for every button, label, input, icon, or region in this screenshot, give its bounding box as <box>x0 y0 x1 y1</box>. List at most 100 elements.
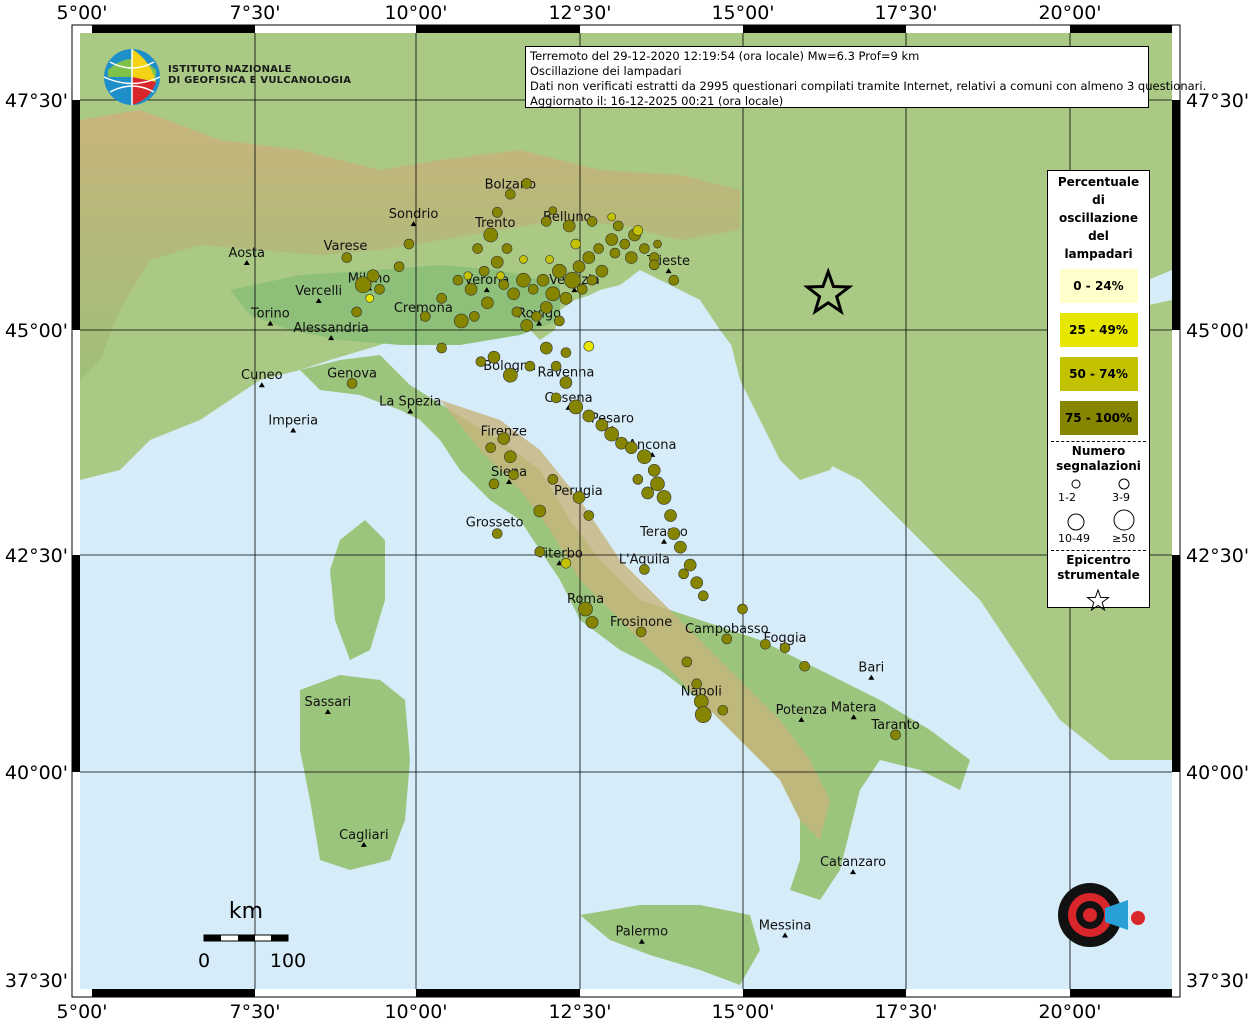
observation-point <box>453 313 469 329</box>
top-axis-label: 10°00' <box>384 2 447 24</box>
observation-point <box>536 273 550 287</box>
bottom-axis-label: 10°00' <box>384 1001 447 1023</box>
bottom-axis-label: 5°00' <box>57 1001 108 1023</box>
observation-point <box>481 296 494 310</box>
legend-divider <box>1051 441 1146 442</box>
count-size-3: 10-49 <box>1058 532 1090 545</box>
observation-point <box>507 287 520 301</box>
observation-point <box>664 509 677 522</box>
observation-point <box>625 441 638 454</box>
count-size-2: 3-9 <box>1112 491 1130 504</box>
legend-title-2: di <box>1092 193 1105 207</box>
left-axis-label: 40°00' <box>5 762 68 784</box>
observation-point <box>464 282 478 296</box>
bottom-axis-label: 15°00' <box>711 1001 774 1023</box>
observation-point <box>717 704 729 716</box>
city-label: Catanzaro <box>820 855 886 870</box>
observation-point <box>619 238 631 250</box>
observation-point <box>365 294 375 303</box>
observation-point <box>578 601 593 617</box>
right-axis-label: 47°30' <box>1186 90 1249 112</box>
observation-point <box>564 271 581 289</box>
observation-point <box>653 239 662 249</box>
observation-point <box>501 243 513 254</box>
ingv-line-2: DI GEOFISICA E VULCANOLOGIA <box>168 75 352 86</box>
scale-unit: km <box>229 899 263 924</box>
observation-point <box>540 341 553 355</box>
observation-point <box>656 490 672 505</box>
observation-point <box>496 271 505 281</box>
observation-point <box>694 706 712 723</box>
count-size-4: ≥50 <box>1112 532 1136 545</box>
observation-point <box>568 399 584 415</box>
observation-point <box>463 271 473 281</box>
observation-point <box>436 293 447 304</box>
observation-point <box>548 206 558 215</box>
observation-point <box>516 272 531 288</box>
observation-point <box>641 486 654 500</box>
legend: Percentuale di oscillazione del lampadar… <box>1047 170 1150 612</box>
event-line-2: Oscillazione dei lampadari <box>530 64 682 78</box>
ingv-logo-icon <box>103 49 161 105</box>
observation-point <box>612 220 624 232</box>
observation-point <box>674 540 687 554</box>
observation-point <box>668 274 680 286</box>
observation-point <box>351 306 362 318</box>
observation-point <box>547 474 559 485</box>
city-label: Palermo <box>615 925 668 940</box>
observation-point <box>721 633 733 645</box>
observation-point <box>469 311 480 322</box>
legend-divider-2 <box>1051 550 1146 551</box>
city-label: Sassari <box>305 695 352 710</box>
count-sizes: 1-2 3-9 10-49 ≥50 <box>1048 474 1149 545</box>
city-label: Cagliari <box>339 828 388 843</box>
bottom-axis-label: 12°30' <box>548 1001 611 1023</box>
observation-point <box>554 315 565 327</box>
bottom-axis-label: 17°30' <box>874 1001 937 1023</box>
observation-point <box>678 568 689 580</box>
top-axis-label: 17°30' <box>874 2 937 24</box>
observation-point <box>545 286 561 302</box>
observation-point <box>576 283 588 295</box>
observation-point <box>505 188 516 200</box>
observation-point <box>552 263 567 279</box>
observation-point <box>436 342 447 354</box>
count-size-1: 1-2 <box>1058 491 1076 504</box>
observation-point <box>534 546 546 558</box>
observation-point <box>604 426 620 442</box>
city-label: Grosseto <box>466 516 524 531</box>
legend-title-1: Percentuale <box>1057 175 1140 189</box>
top-axis-label: 7°30' <box>230 2 281 24</box>
observation-point <box>490 255 504 269</box>
observation-point <box>488 478 500 490</box>
city-label: Potenza <box>776 703 827 718</box>
observation-point <box>691 678 703 690</box>
legend-class-1: 0 - 24% <box>1059 269 1138 303</box>
city-label: Trento <box>474 216 515 231</box>
city-label: Teramo <box>639 525 688 540</box>
city-label: Aosta <box>229 246 265 261</box>
top-axis-label: 12°30' <box>548 2 611 24</box>
observation-point <box>890 729 901 741</box>
observation-point <box>586 274 598 286</box>
observation-point <box>595 418 609 432</box>
observation-point <box>503 367 518 383</box>
count-title-2: segnalazioni <box>1056 459 1141 473</box>
observation-point <box>366 269 380 283</box>
left-axis-label: 42°30' <box>5 545 68 567</box>
epicenter-title: Epicentro strumentale <box>1048 553 1149 583</box>
observation-point <box>605 233 619 246</box>
ingv-logo-text: ISTITUTO NAZIONALE DI GEOFISICA E VULCAN… <box>168 64 351 86</box>
observation-point <box>403 238 415 250</box>
top-axis-label: 20°00' <box>1038 2 1101 24</box>
city-label: La Spezia <box>379 394 441 409</box>
city-label: Vercelli <box>295 284 342 299</box>
observation-point <box>545 255 554 264</box>
observation-point <box>572 260 586 273</box>
observation-point <box>693 694 709 709</box>
observation-point <box>478 265 490 277</box>
observation-point <box>582 409 596 423</box>
event-line-3: Dati non verificati estratti da 2995 que… <box>530 79 1207 93</box>
city-label: Sondrio <box>389 207 439 222</box>
observation-point <box>511 306 523 318</box>
